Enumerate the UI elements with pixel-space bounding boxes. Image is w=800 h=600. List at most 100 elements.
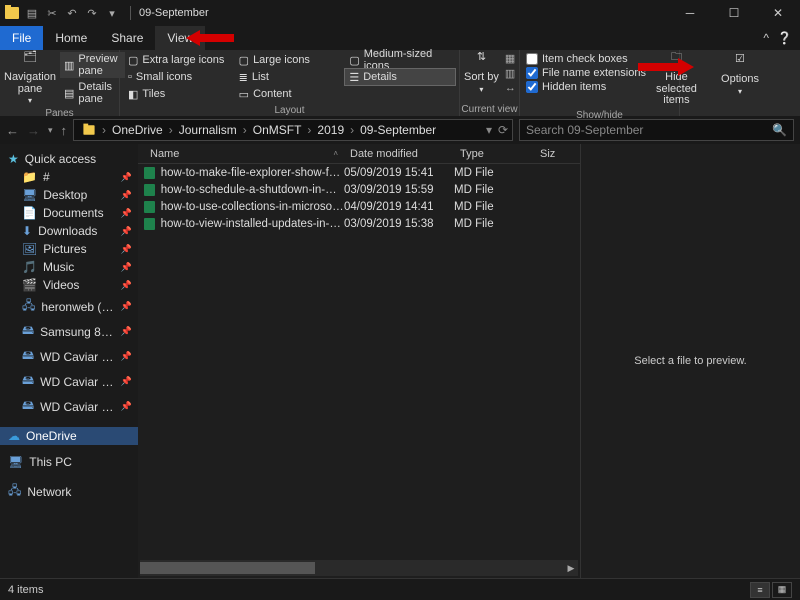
- close-button[interactable]: ✕: [756, 0, 800, 26]
- sidebar-item[interactable]: 📁#📌: [16, 168, 138, 186]
- layout-content[interactable]: ▭Content: [235, 86, 345, 102]
- menu-bar: File Home Share View ^ ❔: [0, 26, 800, 50]
- file-row[interactable]: how-to-view-installed-updates-in-windo..…: [138, 215, 580, 232]
- nav-up-button[interactable]: ↑: [61, 123, 68, 138]
- status-item-count: 4 items: [8, 584, 43, 596]
- layout-group-title: Layout: [120, 104, 459, 117]
- menu-view[interactable]: View: [155, 26, 205, 50]
- file-icon: [144, 167, 155, 179]
- horizontal-scrollbar[interactable]: ◀ ▶: [140, 560, 578, 576]
- sidebar-item[interactable]: 🖥Desktop📌: [16, 186, 138, 204]
- item-checkboxes-toggle[interactable]: Item check boxes: [526, 53, 646, 65]
- col-date[interactable]: Date modified: [344, 148, 454, 160]
- address-dropdown-icon[interactable]: ▾: [486, 123, 492, 137]
- preview-pane-label: Preview pane: [78, 53, 121, 77]
- ribbon-group-options: ☑ Options ▾: [680, 50, 800, 116]
- sidebar-item[interactable]: 🖴WD Caviar Black📌: [16, 344, 138, 369]
- search-icon: 🔍: [772, 123, 787, 137]
- file-row[interactable]: how-to-use-collections-in-microsoft-ed..…: [138, 198, 580, 215]
- sidebar-onedrive[interactable]: ☁OneDrive: [0, 427, 138, 445]
- options-button[interactable]: ☑ Options ▾: [717, 52, 763, 98]
- sidebar-item[interactable]: 🖴WD Caviar Black📌: [16, 369, 138, 394]
- crumb-onedrive[interactable]: OneDrive: [108, 123, 167, 137]
- layout-medium[interactable]: ▢Medium-sized icons: [345, 52, 455, 68]
- ribbon-group-layout: ▢Extra large icons ▢Large icons ▢Medium-…: [120, 50, 460, 116]
- preview-pane: Select a file to preview.: [580, 144, 800, 578]
- nav-history-button[interactable]: ▾: [48, 125, 53, 136]
- qat-undo-icon[interactable]: ↶: [64, 5, 80, 21]
- file-icon: [144, 201, 155, 213]
- file-icon: [144, 218, 155, 230]
- sidebar-item[interactable]: 🎵Music📌: [16, 258, 138, 276]
- col-type[interactable]: Type: [454, 148, 534, 160]
- qat-more-icon[interactable]: ▾: [104, 5, 120, 21]
- details-pane-label: Details pane: [78, 81, 121, 105]
- nav-forward-button[interactable]: →: [27, 123, 40, 138]
- options-label: Options: [721, 74, 759, 86]
- preview-pane-button[interactable]: ▥ Preview pane: [60, 52, 125, 78]
- app-icon: [4, 5, 20, 21]
- layout-details[interactable]: ☰Details: [345, 69, 455, 85]
- navigation-pane-button[interactable]: 🗂 Navigation pane ▾: [0, 50, 60, 107]
- sidebar-item[interactable]: 🖧heronweb (\\192📌: [16, 294, 138, 319]
- maximize-button[interactable]: ☐: [712, 0, 756, 26]
- col-name[interactable]: Name˄: [144, 148, 344, 160]
- crumb-onmsft[interactable]: OnMSFT: [249, 123, 306, 137]
- status-view-details[interactable]: ≡: [750, 582, 770, 598]
- nav-back-button[interactable]: ←: [6, 123, 19, 138]
- sidebar-item[interactable]: 📄Documents📌: [16, 204, 138, 222]
- sort-by-label: Sort by: [464, 72, 499, 84]
- add-columns-icon[interactable]: ▥: [505, 67, 516, 80]
- layout-list[interactable]: ≣List: [235, 69, 345, 85]
- search-box[interactable]: Search 09-September 🔍: [519, 119, 794, 141]
- details-pane-button[interactable]: ▤ Details pane: [60, 80, 125, 106]
- quick-access-header[interactable]: ★Quick access: [0, 150, 138, 168]
- sort-icon: ⇅: [471, 52, 491, 70]
- sidebar-this-pc[interactable]: 🖥This PC: [0, 453, 138, 471]
- col-size[interactable]: Siz: [534, 148, 574, 160]
- sidebar-item[interactable]: 🎬Videos📌: [16, 276, 138, 294]
- group-by-icon[interactable]: ▦: [505, 52, 516, 65]
- sidebar-network[interactable]: 🖧Network: [0, 479, 138, 504]
- navigation-pane-label: Navigation pane: [4, 72, 56, 95]
- sidebar-item[interactable]: 🖴WD Caviar Greer📌: [16, 394, 138, 419]
- ribbon-group-panes: 🗂 Navigation pane ▾ ▥ Preview pane ▤ Det…: [0, 50, 120, 116]
- layout-large[interactable]: ▢Large icons: [235, 52, 345, 68]
- qat-redo-icon[interactable]: ↷: [84, 5, 100, 21]
- details-pane-icon: ▤: [64, 87, 74, 99]
- file-row[interactable]: how-to-make-file-explorer-show-full-pa..…: [138, 164, 580, 181]
- column-headers[interactable]: Name˄ Date modified Type Siz: [138, 144, 580, 164]
- status-view-thumbnails[interactable]: ▦: [772, 582, 792, 598]
- status-bar: 4 items ≡ ▦: [0, 578, 800, 600]
- file-row[interactable]: how-to-schedule-a-shutdown-in-windo...03…: [138, 181, 580, 198]
- crumb-2019[interactable]: 2019: [313, 123, 348, 137]
- size-columns-icon[interactable]: ↔: [505, 82, 516, 94]
- options-icon: ☑: [730, 54, 750, 72]
- ribbon-collapse-icon[interactable]: ^: [763, 31, 769, 45]
- navigation-pane-icon: 🗂: [20, 52, 40, 70]
- sidebar-item[interactable]: ⬇Downloads📌: [16, 222, 138, 240]
- menu-home[interactable]: Home: [43, 26, 99, 50]
- sidebar-item[interactable]: 🖴Samsung 850 EV📌: [16, 319, 138, 344]
- layout-extra-large[interactable]: ▢Extra large icons: [124, 52, 234, 68]
- refresh-icon[interactable]: ⟳: [498, 123, 508, 137]
- qat-cut-icon[interactable]: ✂: [44, 5, 60, 21]
- navigation-tree: ★Quick access 📁#📌🖥Desktop📌📄Documents📌⬇Do…: [0, 144, 138, 578]
- file-icon: [144, 184, 155, 196]
- layout-tiles[interactable]: ◧Tiles: [124, 86, 234, 102]
- sidebar-item[interactable]: 🖼Pictures📌: [16, 240, 138, 258]
- help-icon[interactable]: ❔: [777, 31, 792, 45]
- sort-by-button[interactable]: ⇅ Sort by ▾: [460, 50, 503, 96]
- ribbon: 🗂 Navigation pane ▾ ▥ Preview pane ▤ Det…: [0, 50, 800, 116]
- crumb-journalism[interactable]: Journalism: [175, 123, 241, 137]
- hidden-items-toggle[interactable]: Hidden items: [526, 81, 646, 93]
- qat-properties-icon[interactable]: ▤: [24, 5, 40, 21]
- minimize-button[interactable]: ─: [668, 0, 712, 26]
- file-extensions-toggle[interactable]: File name extensions: [526, 67, 646, 79]
- menu-file[interactable]: File: [0, 26, 43, 50]
- layout-small[interactable]: ▫Small icons: [124, 69, 234, 85]
- file-list-area: Name˄ Date modified Type Siz how-to-make…: [138, 144, 580, 578]
- breadcrumb[interactable]: › OneDrive› Journalism› OnMSFT› 2019› 09…: [73, 119, 513, 141]
- crumb-09-september[interactable]: 09-September: [356, 123, 440, 137]
- menu-share[interactable]: Share: [99, 26, 155, 50]
